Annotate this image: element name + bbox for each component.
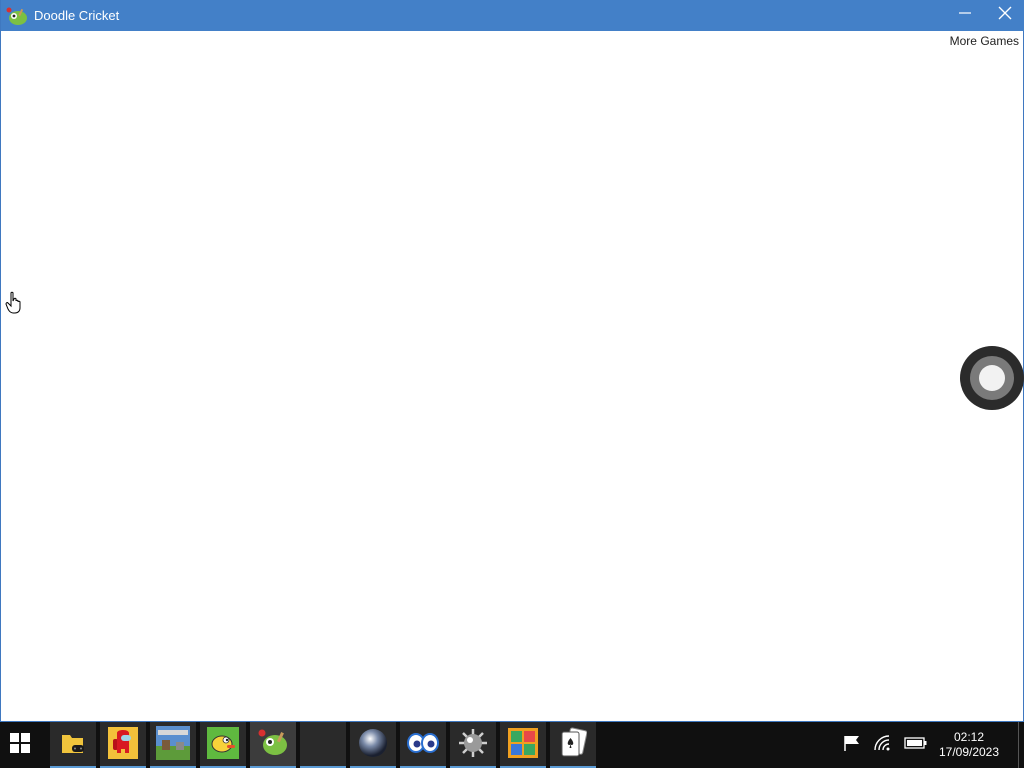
game-canvas[interactable]: More Games bbox=[1, 31, 1023, 721]
wifi-icon bbox=[873, 734, 893, 757]
circle-button-icon bbox=[970, 356, 1014, 400]
among-us-icon bbox=[108, 726, 138, 764]
taskbar-app-marble[interactable] bbox=[350, 722, 396, 768]
hand-cursor-icon bbox=[5, 291, 25, 315]
clock-date: 17/09/2023 bbox=[938, 745, 1000, 759]
window-title: Doodle Cricket bbox=[34, 8, 120, 23]
title-bar[interactable]: Doodle Cricket bbox=[1, 0, 1024, 31]
close-icon bbox=[998, 6, 1012, 25]
mine-icon bbox=[457, 727, 489, 764]
minimize-icon bbox=[958, 6, 972, 25]
blocks-icon bbox=[508, 727, 538, 763]
more-games-link[interactable]: More Games bbox=[950, 34, 1019, 48]
taskbar: 02:12 17/09/2023 bbox=[0, 722, 1024, 768]
marble-icon bbox=[357, 727, 389, 764]
taskbar-app-eyes[interactable] bbox=[400, 722, 446, 768]
taskbar-app-minecraft[interactable] bbox=[150, 722, 196, 768]
battery-status[interactable] bbox=[904, 734, 928, 756]
flag-icon bbox=[842, 734, 862, 757]
taskbar-clock[interactable]: 02:12 17/09/2023 bbox=[934, 730, 1004, 760]
taskbar-app-among-us[interactable] bbox=[100, 722, 146, 768]
battery-icon bbox=[904, 736, 928, 755]
minimize-button[interactable] bbox=[945, 0, 985, 31]
show-desktop-button[interactable] bbox=[1018, 722, 1024, 768]
flappy-bird-icon bbox=[207, 726, 239, 764]
taskbar-app-flappy-bird[interactable] bbox=[200, 722, 246, 768]
clock-time: 02:12 bbox=[953, 730, 985, 744]
taskbar-app-blank[interactable] bbox=[300, 722, 346, 768]
doodle-cricket-icon bbox=[6, 6, 28, 26]
taskbar-app-solitaire[interactable] bbox=[550, 722, 596, 768]
action-center-flag[interactable] bbox=[840, 734, 864, 756]
windows-start-icon bbox=[10, 732, 30, 758]
taskbar-app-color-blocks[interactable] bbox=[500, 722, 546, 768]
start-button[interactable] bbox=[0, 722, 40, 768]
circle-action-button[interactable] bbox=[960, 346, 1024, 410]
doodle-cricket-icon bbox=[257, 728, 289, 763]
taskbar-app-doodle-cricket[interactable] bbox=[250, 722, 296, 768]
cards-icon bbox=[559, 726, 588, 764]
minecraft-icon bbox=[156, 725, 190, 765]
network-status[interactable] bbox=[871, 734, 895, 756]
eyes-icon bbox=[406, 731, 440, 760]
taskbar-app-minesweeper[interactable] bbox=[450, 722, 496, 768]
close-button[interactable] bbox=[985, 0, 1024, 31]
game-window: Doodle Cricket More Games bbox=[0, 0, 1024, 722]
folder-gamepad-icon bbox=[59, 729, 87, 762]
taskbar-app-file-explorer[interactable] bbox=[50, 722, 96, 768]
